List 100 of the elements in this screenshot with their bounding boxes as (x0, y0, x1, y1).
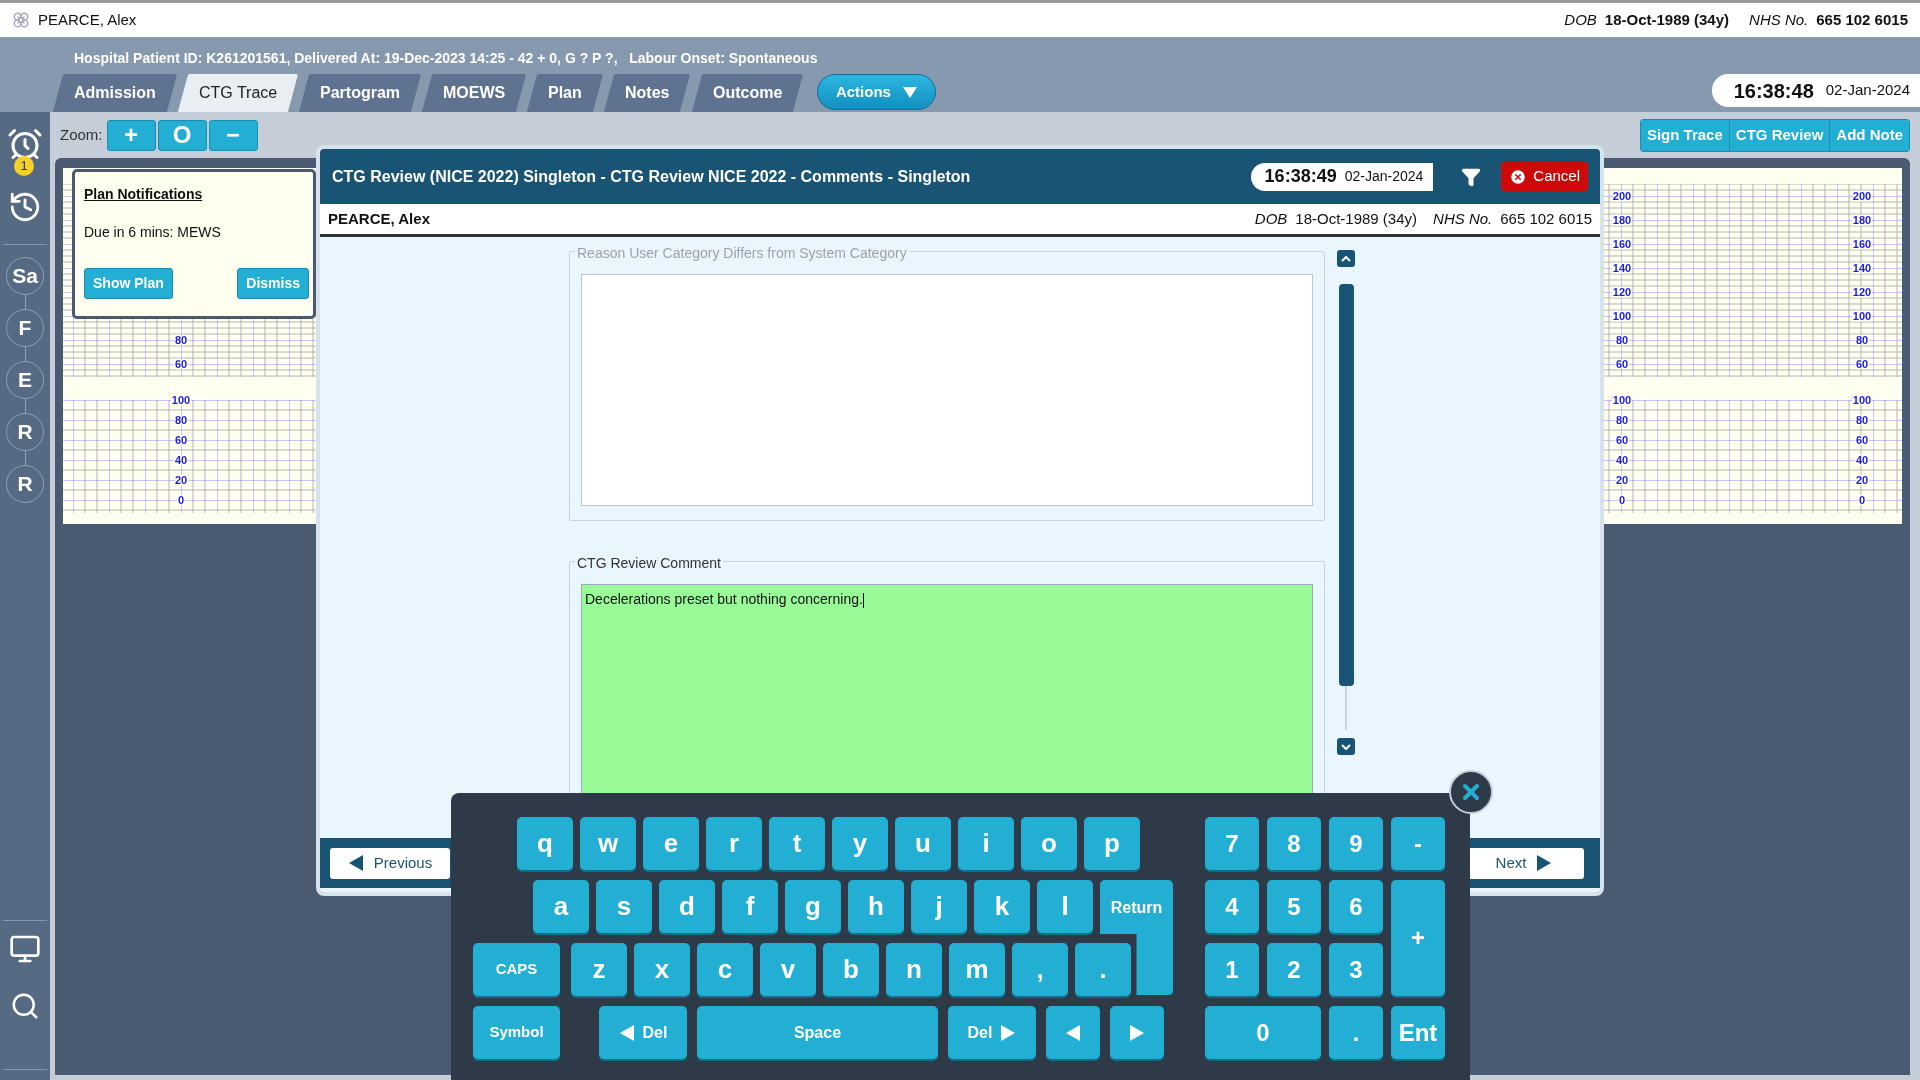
tab[interactable]: Notes (604, 74, 691, 112)
key[interactable]: q (517, 817, 573, 870)
zoom-button[interactable]: O (157, 119, 207, 151)
zoom-label: Zoom: (60, 124, 103, 145)
axis-label: 60 (174, 434, 188, 446)
notification-button[interactable]: Show Plan (84, 268, 173, 299)
history-icon[interactable] (8, 190, 42, 224)
actions-button[interactable]: Actions (816, 74, 936, 110)
cancel-button[interactable]: Cancel (1501, 162, 1588, 191)
key[interactable]: r (706, 817, 762, 870)
axis-label: 0 (1858, 494, 1866, 506)
key[interactable]: e (643, 817, 699, 870)
zoom-button[interactable]: + (106, 119, 156, 151)
tab[interactable]: Plan (527, 74, 604, 112)
axis-label: 160 (1852, 238, 1872, 250)
key[interactable]: f (722, 880, 778, 933)
key[interactable]: m (949, 943, 1005, 996)
key[interactable]: g (785, 880, 841, 933)
tab[interactable]: MOEWS (421, 74, 527, 112)
key[interactable]: k (974, 880, 1030, 933)
key[interactable]: 4 (1205, 880, 1259, 933)
key[interactable]: . (1075, 943, 1131, 996)
axis-label: 100 (1852, 394, 1872, 406)
key[interactable]: t (769, 817, 825, 870)
key[interactable]: i (958, 817, 1014, 870)
axis-label: 80 (1615, 414, 1629, 426)
key[interactable]: z (571, 943, 627, 996)
key[interactable]: - (1391, 817, 1445, 870)
key[interactable]: x (634, 943, 690, 996)
key[interactable]: y (832, 817, 888, 870)
key[interactable]: 1 (1205, 943, 1259, 996)
axis-label: 60 (1855, 434, 1869, 446)
symbol-key[interactable]: Symbol (473, 1006, 560, 1059)
axis-label: 100 (171, 394, 191, 406)
axis-label: 80 (1855, 414, 1869, 426)
flower-icon (12, 11, 30, 29)
key[interactable]: v (760, 943, 816, 996)
axis-label: 100 (1612, 310, 1632, 322)
tab[interactable]: Outcome (691, 74, 803, 112)
key[interactable]: 2 (1267, 943, 1321, 996)
key[interactable]: 0 (1205, 1006, 1321, 1059)
clock-date: 02-Jan-2024 (1344, 167, 1424, 186)
tab[interactable]: Admission (52, 74, 177, 112)
key[interactable]: 7 (1205, 817, 1259, 870)
axis-label: 100 (1612, 394, 1632, 406)
dob-value: 18-Oct-1989 (34y) (1295, 208, 1418, 229)
scroll-up-button[interactable] (1337, 250, 1355, 267)
nhs-label: NHS No. (1749, 9, 1809, 30)
key[interactable]: l (1037, 880, 1093, 933)
key[interactable]: w (580, 817, 636, 870)
zoom-button[interactable]: − (208, 119, 258, 151)
key[interactable]: 3 (1329, 943, 1383, 996)
key[interactable]: 6 (1329, 880, 1383, 933)
trace-button[interactable]: Sign Trace (1640, 119, 1729, 151)
key[interactable]: d (659, 880, 715, 933)
axis-label: 80 (174, 334, 188, 346)
patient-info: Hospital Patient ID: K261201561, Delivered At: 19-Dec-2023 14:25 - 42 + 0, G ? P ?, Labour Onset: Spontaneous (74, 50, 818, 66)
trace-button[interactable]: Add Note (1829, 119, 1909, 151)
key[interactable]: , (1012, 943, 1068, 996)
right-arrow-key[interactable] (1110, 1006, 1164, 1059)
key[interactable]: . (1329, 1006, 1383, 1059)
monitor-icon[interactable] (9, 933, 41, 965)
key[interactable]: Ent (1391, 1006, 1445, 1059)
axis-label: 120 (1852, 286, 1872, 298)
key[interactable]: b (823, 943, 879, 996)
key[interactable]: 9 (1329, 817, 1383, 870)
key[interactable]: 8 (1267, 817, 1321, 870)
scrollbar-thumb[interactable] (1338, 284, 1354, 686)
previous-button[interactable]: Previous (330, 847, 450, 879)
key[interactable]: j (911, 880, 967, 933)
key[interactable]: u (895, 817, 951, 870)
delete-right-key[interactable]: Del (948, 1006, 1036, 1059)
key[interactable]: p (1084, 817, 1140, 870)
space-key[interactable]: Space (697, 1006, 938, 1059)
nhs-value: 665 102 6015 (1816, 9, 1908, 30)
axis-label: 80 (174, 414, 188, 426)
tab[interactable]: Partogram (298, 74, 422, 112)
right-arrow-icon (1000, 1023, 1017, 1042)
notification-title: Plan Notifications (84, 185, 204, 204)
key[interactable]: c (697, 943, 753, 996)
left-arrow-key[interactable] (1046, 1006, 1100, 1059)
notification-button[interactable]: Dismiss (237, 268, 309, 299)
tab[interactable]: CTG Trace (177, 74, 299, 112)
key[interactable]: s (596, 880, 652, 933)
key[interactable]: o (1021, 817, 1077, 870)
axis-label: 0 (177, 494, 185, 506)
key[interactable]: n (886, 943, 942, 996)
delete-left-key[interactable]: Del (599, 1006, 687, 1059)
scroll-down-button[interactable] (1337, 738, 1355, 755)
up-chevron-icon (1341, 255, 1351, 262)
caps-key[interactable]: CAPS (473, 943, 560, 996)
key[interactable]: a (533, 880, 589, 933)
key[interactable]: 5 (1267, 880, 1321, 933)
search-icon[interactable] (10, 991, 40, 1021)
filter-icon[interactable] (1461, 166, 1482, 187)
key[interactable]: + (1391, 880, 1445, 996)
caret-icon (902, 86, 917, 98)
trace-button[interactable]: CTG Review (1728, 119, 1830, 151)
alarm-clock-icon[interactable] (7, 126, 43, 162)
key[interactable]: h (848, 880, 904, 933)
